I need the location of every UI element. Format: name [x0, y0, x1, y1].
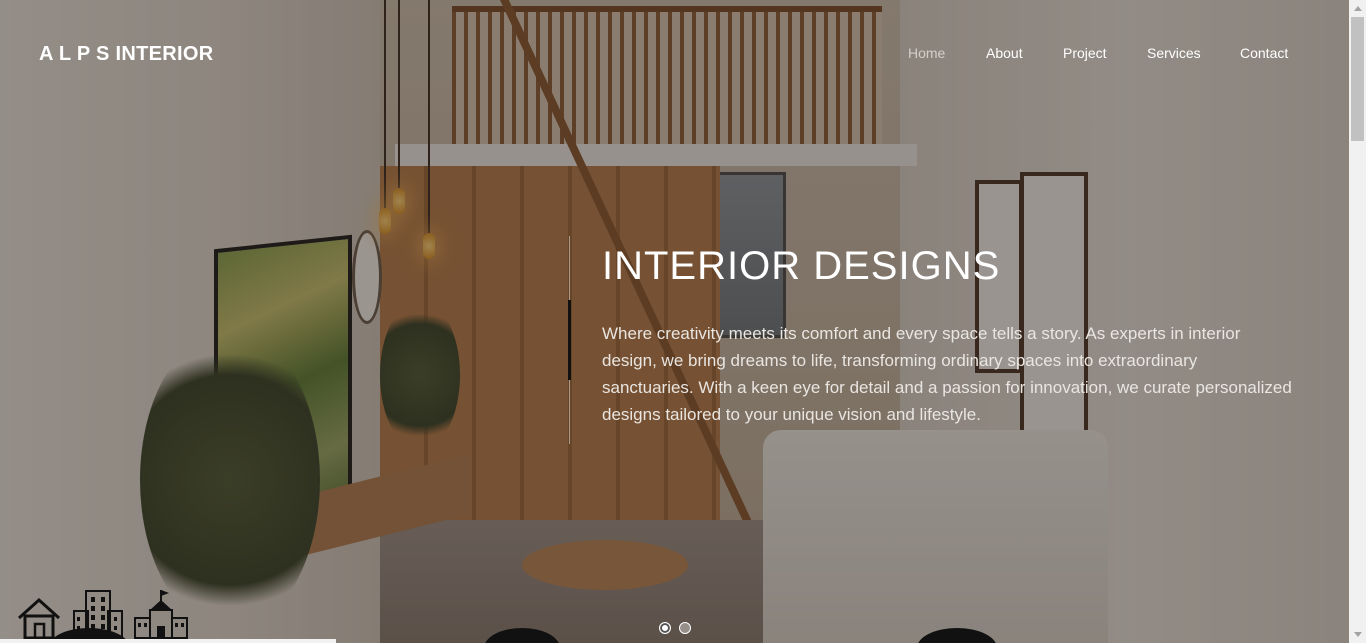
school-building-icon — [132, 588, 190, 640]
hero-divider-accent — [568, 300, 571, 380]
nav-link-contact[interactable]: Contact — [1240, 45, 1288, 61]
carousel-dot-1[interactable] — [659, 622, 671, 634]
carousel-dot-2[interactable] — [679, 622, 691, 634]
scrollbar-thumb[interactable] — [1351, 17, 1364, 141]
scroll-up-arrow-icon[interactable] — [1349, 0, 1366, 17]
page: A L P S INTERIOR Home About Project Serv… — [0, 0, 1366, 643]
house-icon — [16, 596, 62, 640]
hero-description: Where creativity meets its comfort and e… — [602, 324, 1292, 424]
scroll-down-arrow-icon[interactable] — [1349, 626, 1366, 643]
main-nav: Home About Project Services Contact — [0, 45, 1349, 65]
nav-link-about[interactable]: About — [986, 45, 1023, 61]
hero-title: INTERIOR DESIGNS — [602, 244, 1001, 288]
nav-link-services[interactable]: Services — [1147, 45, 1201, 61]
nav-link-project[interactable]: Project — [1063, 45, 1107, 61]
bottom-strip — [0, 639, 336, 643]
nav-link-home[interactable]: Home — [908, 45, 945, 61]
